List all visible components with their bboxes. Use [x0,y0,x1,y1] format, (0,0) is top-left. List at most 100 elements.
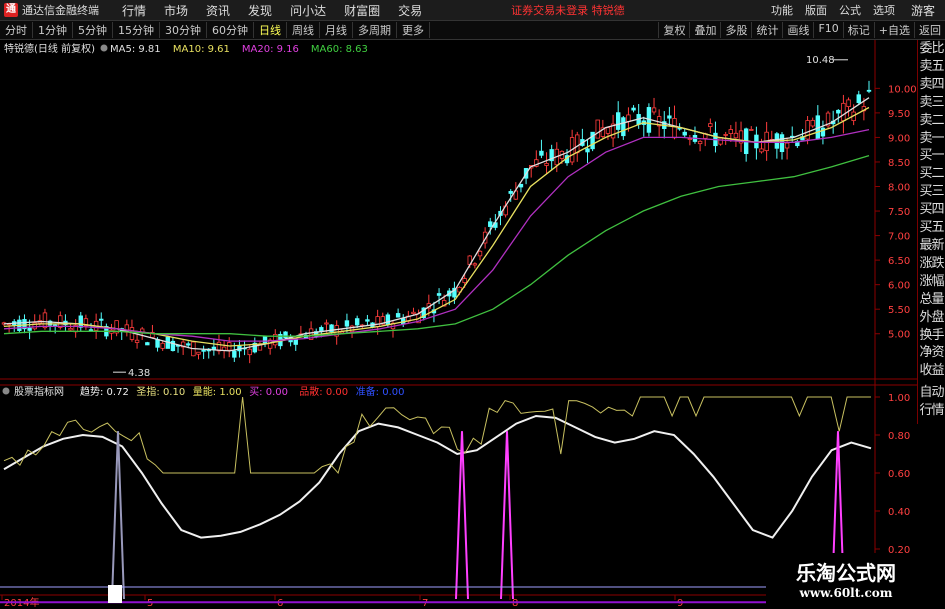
candle-body [749,129,754,131]
date-tick-label: 6 [277,598,283,609]
sidebar-item[interactable]: 收益 [918,362,945,380]
candle-body [866,89,872,92]
sidebar-item[interactable]: 买五 [918,219,945,237]
tool-back[interactable]: 返回 [914,22,945,38]
sidebar-item[interactable]: 总量 [918,291,945,309]
tab-period-monthly[interactable]: 月线 [320,22,353,38]
sidebar-item[interactable]: 卖三 [918,94,945,112]
price-tick-label: 8.50 [888,158,910,169]
candle-body [841,102,846,122]
tab-period-60min[interactable]: 60分钟 [207,22,254,38]
candle-body [27,327,32,331]
candle-body [708,123,713,127]
candle-body [42,312,48,329]
candle-body [856,94,861,104]
tool-statistics[interactable]: 统计 [751,22,782,38]
price-tick-label: 6.50 [888,256,910,267]
price-tick-label: 9.00 [888,133,910,144]
tab-period-1min[interactable]: 1分钟 [33,22,73,38]
sidebar-item[interactable]: 涨幅 [918,273,945,291]
indicator-legend-1: 圣指: 0.10 [136,385,185,398]
sidebar-item[interactable]: 换手 [918,327,945,345]
tool-restore-rights[interactable]: 复权 [658,22,689,38]
guest-label[interactable]: 游客 [901,2,945,19]
candle-body [697,140,703,145]
tab-period-15min[interactable]: 15分钟 [113,22,160,38]
sidebar-item[interactable]: 最新 [918,237,945,255]
login-notice[interactable]: 证券交易未登录 特锐德 [511,2,625,18]
tab-period-weekly[interactable]: 周线 [287,22,320,38]
candle-body [585,148,590,153]
candle-body [784,142,790,149]
tool-add-watchlist[interactable]: +自选 [873,22,914,38]
candle-body [508,191,513,194]
tab-period-timeshare[interactable]: 分时 [0,22,33,38]
sidebar-item[interactable]: 卖五 [918,58,945,76]
auto-quote-sidebar: 自动 行情 [917,384,945,424]
candle-body [354,318,360,326]
tab-period-30min[interactable]: 30分钟 [160,22,207,38]
menu-item-market[interactable]: 行情 [113,2,155,19]
kline-chart[interactable]: 10.00 9.50 9.00 8.50 8.00 7.50 7.00 6.50 6.00 5.5… [0,40,945,609]
candle-body [728,129,734,135]
menu-formula[interactable]: 公式 [833,2,867,18]
indicator-tick-label: 0.40 [888,507,910,518]
candle-body [477,250,483,257]
indicator-title: 股票指标网 [14,385,64,398]
sidebar-item[interactable]: 行情 [918,402,945,420]
menu-item-trade[interactable]: 交易 [389,2,431,19]
tool-multi-stock[interactable]: 多股 [720,22,751,38]
sidebar-item[interactable]: 买一 [918,147,945,165]
date-tick-label: 9 [677,598,683,609]
menu-item-discover[interactable]: 发现 [239,2,281,19]
low-price-label: 4.38 [128,368,150,379]
sidebar-item[interactable]: 买三 [918,183,945,201]
tab-period-more[interactable]: 更多 [397,22,430,38]
sidebar-item[interactable]: 自动 [918,384,945,402]
sidebar-item[interactable]: 委比 [918,40,945,58]
tab-period-5min[interactable]: 5分钟 [73,22,113,38]
sidebar-item[interactable]: 卖二 [918,112,945,130]
indicator-tick-label: 0.60 [888,469,910,480]
sidebar-item[interactable]: 买二 [918,165,945,183]
app-title: 通达信金融终端 [22,4,99,17]
menu-item-ask[interactable]: 问小达 [281,2,335,19]
menu-item-news[interactable]: 资讯 [197,2,239,19]
menu-options[interactable]: 选项 [867,2,901,18]
candle-body [145,342,150,346]
tool-overlay[interactable]: 叠加 [689,22,720,38]
candle-body [462,278,467,284]
tool-draw-line[interactable]: 画线 [782,22,813,38]
tab-period-daily[interactable]: 日线 [254,22,287,38]
sidebar-item[interactable]: 卖一 [918,130,945,148]
buy-signal-spike [455,431,469,600]
menu-item-wealth[interactable]: 财富圈 [335,2,389,19]
candle-body [667,115,672,119]
menu-item-markets[interactable]: 市场 [155,2,197,19]
menu-layout[interactable]: 版面 [799,2,833,18]
candle-body [155,339,160,348]
tool-f10[interactable]: F10 [813,22,842,38]
indicator-legend-0: 趋势: 0.72 [80,385,129,398]
sidebar-item[interactable]: 净资 [918,344,945,362]
sidebar-item[interactable]: 卖四 [918,76,945,94]
tab-period-multi[interactable]: 多周期 [353,22,397,38]
candle-body [595,119,600,139]
tool-mark[interactable]: 标记 [842,22,874,38]
candle-body [58,315,63,328]
candle-body [621,117,626,137]
settings-dot-icon [100,44,108,52]
menu-function[interactable]: 功能 [765,2,799,18]
candle-body [68,327,73,331]
sidebar-item[interactable]: 外盘 [918,309,945,327]
price-tick-label: 10.00 [888,84,917,95]
menu-bar: 通 通达信金融终端 行情 市场 资讯 发现 问小达 财富圈 交易 证券交易未登录… [0,0,945,21]
sidebar-item[interactable]: 买四 [918,201,945,219]
candle-body [232,350,237,358]
candle-body [160,342,165,349]
candle-body [759,148,764,153]
watermark-url: www.60lt.com [799,586,893,600]
ma-legend-0: MA5: 9.81 [110,44,161,55]
sidebar-item[interactable]: 涨跌 [918,255,945,273]
price-tick-label: 7.50 [888,207,910,218]
